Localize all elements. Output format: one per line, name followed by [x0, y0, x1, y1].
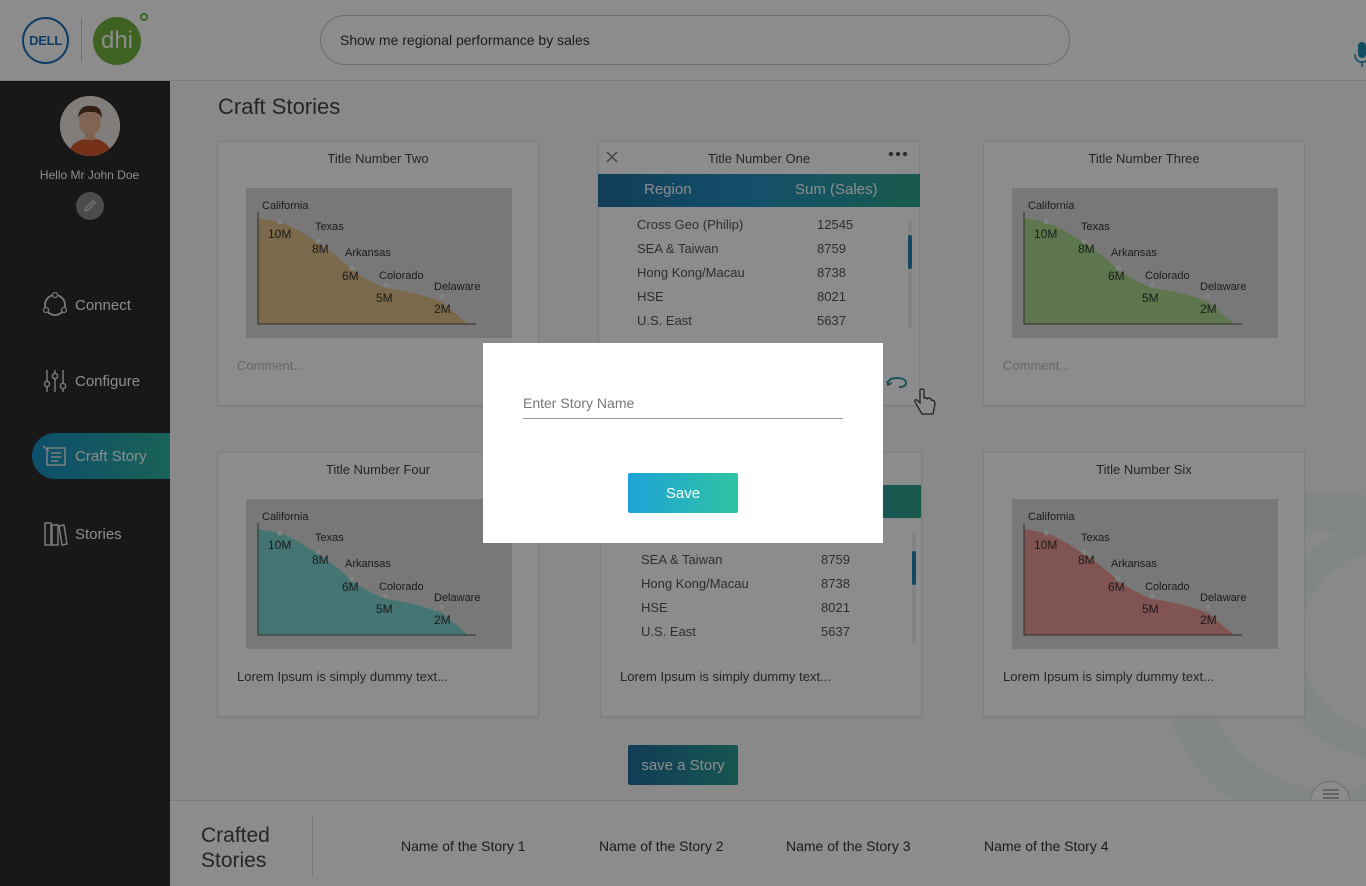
app: DELL dhi Hello Mr John Doe: [0, 0, 1366, 886]
story-name-dialog: Save: [483, 343, 883, 543]
story-name-input[interactable]: [523, 387, 843, 419]
save-button[interactable]: Save: [628, 473, 738, 513]
